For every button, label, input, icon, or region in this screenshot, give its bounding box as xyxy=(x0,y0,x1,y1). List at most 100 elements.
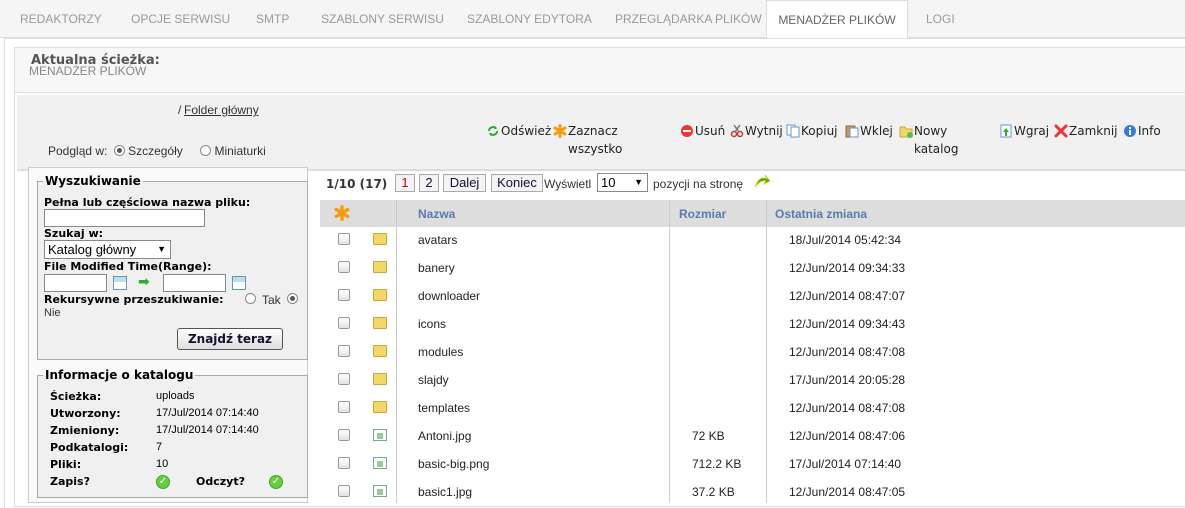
page-1-button[interactable]: 1 xyxy=(395,174,415,192)
image-file-icon xyxy=(373,485,387,497)
row-checkbox[interactable] xyxy=(338,289,350,301)
file-modified: 12/Jun/2014 08:47:08 xyxy=(789,401,906,415)
per-page-label: Wyświetl xyxy=(544,177,592,191)
page-2-button[interactable]: 2 xyxy=(419,174,439,192)
row-checkbox[interactable] xyxy=(338,401,350,413)
last-page-button[interactable]: Koniec xyxy=(491,174,543,192)
calendar-icon[interactable] xyxy=(232,276,246,290)
upload-label: Wgraj xyxy=(1014,124,1050,138)
tab-smtp[interactable]: SMTP xyxy=(256,0,289,38)
date-from-input[interactable] xyxy=(44,274,107,292)
check-icon: ✓ xyxy=(269,475,283,489)
file-name[interactable]: banery xyxy=(418,261,455,275)
info-modified-label: Zmieniony: xyxy=(50,424,120,437)
info-files-label: Pliki: xyxy=(50,458,82,471)
per-page-suffix: pozycji na stronę xyxy=(653,177,744,191)
chevron-down-icon: ▼ xyxy=(157,244,166,254)
file-modified: 18/Jul/2014 05:42:34 xyxy=(789,233,902,247)
per-page-select[interactable]: 10 ▼ xyxy=(597,173,648,192)
file-name[interactable]: basic-big.png xyxy=(418,457,489,471)
info-created-value: 17/Jul/2014 07:14:40 xyxy=(156,407,259,419)
table-row[interactable]: avatars 18/Jul/2014 05:42:34 xyxy=(320,226,1185,254)
row-checkbox[interactable] xyxy=(338,233,350,245)
table-row[interactable]: modules 12/Jun/2014 08:47:08 xyxy=(320,338,1185,366)
calendar-icon[interactable] xyxy=(113,276,127,290)
filename-label: Pełna lub częściowa nazwa pliku: xyxy=(44,196,251,209)
file-name[interactable]: downloader xyxy=(418,289,480,303)
folder-info-legend: Informacje o katalogu xyxy=(45,368,194,382)
column-header-modified[interactable]: Ostatnia zmiana xyxy=(775,207,867,221)
search-legend: Wyszukiwanie xyxy=(45,174,141,188)
panel-header: MENADŻER PLIKÓW xyxy=(15,48,1185,93)
date-to-input[interactable] xyxy=(163,274,226,292)
row-checkbox[interactable] xyxy=(338,429,350,441)
file-size: 37.2 KB xyxy=(692,485,735,499)
refresh-icon xyxy=(488,126,498,136)
info-subfolders-value: 7 xyxy=(156,441,163,453)
table-row[interactable]: slajdy 17/Jun/2014 20:05:28 xyxy=(320,366,1185,394)
info-permissions: Zapis? ✓ Odczyt? ✓ xyxy=(50,475,300,491)
row-checkbox[interactable] xyxy=(338,317,350,329)
tab-menadzer-plikow[interactable]: MENADŻER PLIKÓW xyxy=(766,0,908,39)
recursive-no-label: Nie xyxy=(44,307,61,319)
table-row[interactable]: basic-big.png 712.2 KB 17/Jul/2014 07:14:4… xyxy=(320,450,1185,478)
recursive-yes-radio[interactable] xyxy=(245,293,256,304)
tab-redaktorzy[interactable]: REDAKTORZY xyxy=(20,0,102,38)
delete-icon xyxy=(681,125,693,137)
path-prefix: / xyxy=(178,103,182,117)
search-in-label: Szukaj w: xyxy=(44,227,104,240)
modified-range-label: File Modified Time(Range): xyxy=(44,260,212,273)
file-name[interactable]: icons xyxy=(418,317,446,331)
tab-opcje-serwisu[interactable]: OPCJE SERWISU xyxy=(131,0,230,38)
cut-label: Wytnij xyxy=(745,124,783,138)
row-checkbox[interactable] xyxy=(338,345,350,357)
table-row[interactable]: Antoni.jpg 72 KB 12/Jun/2014 08:47:06 xyxy=(320,422,1185,450)
view-thumbnails-label: Miniaturki xyxy=(214,144,266,158)
close-icon xyxy=(1054,124,1068,138)
table-row[interactable]: downloader 12/Jun/2014 08:47:07 xyxy=(320,282,1185,310)
select-all-asterisk-icon[interactable] xyxy=(334,205,350,221)
info-created: Utworzony: 17/Jul/2014 07:14:40 xyxy=(50,407,300,423)
search-submit-button[interactable]: Znajdź teraz xyxy=(177,328,283,350)
image-file-icon xyxy=(373,457,387,469)
next-page-button[interactable]: Dalej xyxy=(443,174,486,192)
recursive-label: Rekursywne przeszukiwanie: xyxy=(44,293,224,306)
view-details-radio[interactable] xyxy=(113,145,125,156)
column-header-name[interactable]: Nazwa xyxy=(418,207,455,221)
copy-label: Kopiuj xyxy=(801,124,838,138)
file-name[interactable]: slajdy xyxy=(418,373,449,387)
file-modified: 12/Jun/2014 09:34:33 xyxy=(789,261,906,275)
tab-logi[interactable]: LOGI xyxy=(926,0,955,38)
tab-szablony-edytora[interactable]: SZABLONY EDYTORA xyxy=(467,0,592,38)
go-arrow-icon[interactable] xyxy=(753,173,771,191)
table-row[interactable]: icons 12/Jun/2014 09:34:43 xyxy=(320,310,1185,338)
file-modified: 12/Jun/2014 08:47:07 xyxy=(789,289,906,303)
table-row[interactable]: banery 12/Jun/2014 09:34:33 xyxy=(320,254,1185,282)
row-checkbox[interactable] xyxy=(338,261,350,273)
new-folder-icon xyxy=(899,126,913,138)
file-name[interactable]: avatars xyxy=(418,233,457,247)
path-root-link[interactable]: Folder główny xyxy=(184,103,259,117)
row-checkbox[interactable] xyxy=(338,373,350,385)
tab-szablony-serwisu[interactable]: SZABLONY SERWISU xyxy=(321,0,444,38)
row-checkbox[interactable] xyxy=(338,457,350,469)
file-name[interactable]: basic1.jpg xyxy=(418,485,472,499)
row-checkbox[interactable] xyxy=(338,485,350,497)
table-row[interactable]: basic1.jpg 37.2 KB 12/Jun/2014 08:47:05 xyxy=(320,478,1185,506)
current-path-label: Aktualna ścieżka: xyxy=(31,53,160,68)
search-in-select[interactable]: Katalog główny ▼ xyxy=(44,240,171,259)
view-thumbnails-radio[interactable] xyxy=(200,145,212,156)
filename-input[interactable] xyxy=(44,209,205,227)
recursive-no-radio[interactable] xyxy=(287,293,298,304)
upload-icon xyxy=(1000,124,1012,138)
tab-przegladarka-plikow[interactable]: PRZEGLĄDARKA PLIKÓW xyxy=(615,0,762,38)
column-header-size[interactable]: Rozmiar xyxy=(679,207,726,221)
file-name[interactable]: templates xyxy=(418,401,470,415)
toolbar: Odśwież Zaznacz wszystko Usuń Wytnij Kop… xyxy=(486,122,1176,156)
file-name[interactable]: modules xyxy=(418,345,463,359)
table-row[interactable]: templates 12/Jun/2014 08:47:08 xyxy=(320,394,1185,422)
folder-icon xyxy=(373,317,387,329)
file-size: 72 KB xyxy=(692,429,725,443)
file-name[interactable]: Antoni.jpg xyxy=(418,429,471,443)
pager-info: 1/10 (17) xyxy=(326,177,388,191)
